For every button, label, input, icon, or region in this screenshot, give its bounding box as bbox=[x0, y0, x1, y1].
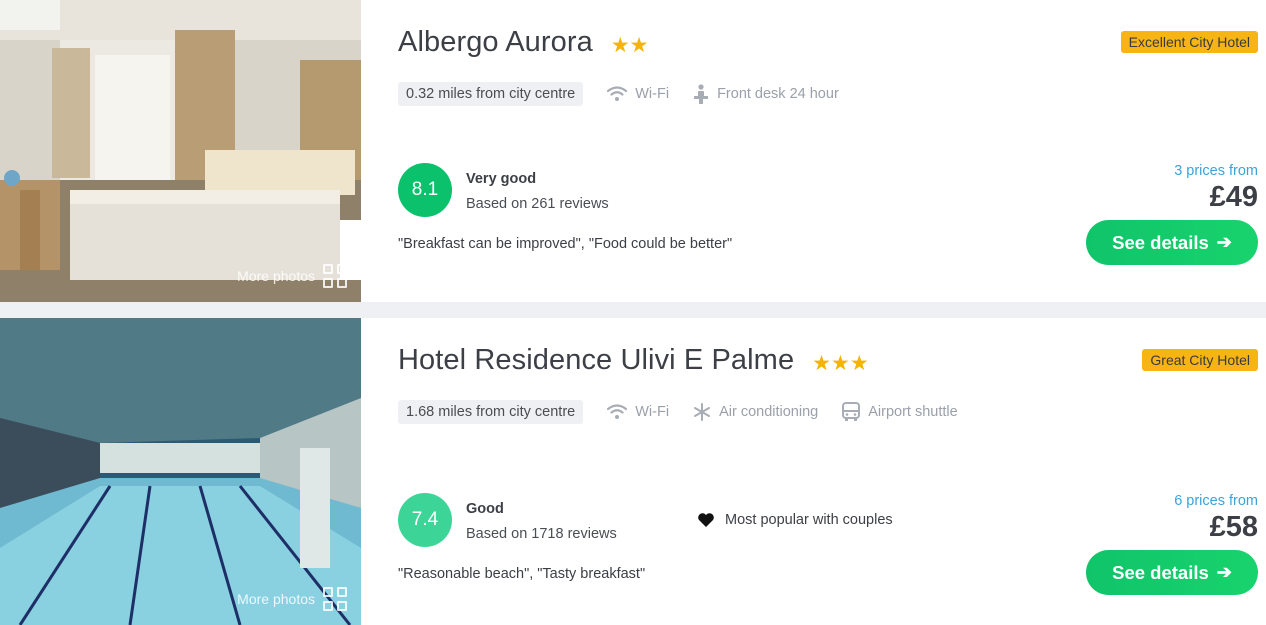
hotel-title-row: Albergo Aurora ★★ bbox=[398, 26, 649, 59]
amenity-air-conditioning: Air conditioning bbox=[693, 403, 818, 421]
more-photos-label: More photos bbox=[237, 591, 315, 607]
amenity-front-desk: Front desk 24 hour bbox=[693, 84, 839, 104]
hotel-badge: Excellent City Hotel bbox=[1120, 31, 1258, 53]
hotel-card[interactable]: More photos Hotel Residence Ulivi E Palm… bbox=[0, 318, 1266, 625]
price-block: 3 prices from £49 See details ➔ bbox=[1086, 163, 1258, 265]
price: £49 bbox=[1209, 181, 1258, 213]
bedroom-photo bbox=[0, 0, 361, 302]
amenity-label: Wi-Fi bbox=[635, 404, 670, 420]
review-count: Based on 261 reviews bbox=[466, 196, 609, 212]
star-rating: ★★ bbox=[611, 35, 649, 56]
star-rating: ★★★ bbox=[812, 353, 868, 374]
review-quote: "Reasonable beach", "Tasty breakfast" bbox=[398, 566, 646, 582]
bus-icon bbox=[842, 402, 861, 421]
price: £58 bbox=[1209, 511, 1258, 543]
rating-label: Very good bbox=[466, 171, 537, 187]
hotel-name[interactable]: Hotel Residence Ulivi E Palme bbox=[398, 344, 794, 377]
amenity-label: Wi-Fi bbox=[635, 86, 670, 102]
more-photos-label: More photos bbox=[237, 268, 315, 284]
see-details-button[interactable]: See details ➔ bbox=[1086, 550, 1258, 595]
amenity-label: Airport shuttle bbox=[868, 404, 958, 420]
grid-icon bbox=[323, 587, 347, 611]
grid-icon bbox=[323, 264, 347, 288]
wifi-icon bbox=[607, 86, 628, 101]
wifi-icon bbox=[607, 404, 628, 419]
front-desk-icon bbox=[694, 84, 709, 104]
star-icon: ★★★ bbox=[812, 352, 869, 375]
arrow-right-icon: ➔ bbox=[1216, 562, 1232, 582]
arrow-right-icon: ➔ bbox=[1216, 232, 1232, 252]
pool-photo bbox=[0, 318, 361, 625]
heart-icon bbox=[698, 513, 714, 527]
amenity-wifi: Wi-Fi bbox=[607, 404, 669, 420]
hotel-name[interactable]: Albergo Aurora bbox=[398, 26, 593, 59]
prices-from-link[interactable]: 3 prices from bbox=[1086, 163, 1258, 179]
popular-with-couples: Most popular with couples bbox=[697, 512, 893, 528]
hotel-title-row: Hotel Residence Ulivi E Palme ★★★ bbox=[398, 344, 869, 377]
amenities-row: 0.32 miles from city centre Wi-Fi Front … bbox=[398, 82, 839, 106]
hotel-card[interactable]: More photos Albergo Aurora ★★ Excellent … bbox=[0, 0, 1266, 302]
amenities-row: 1.68 miles from city centre Wi-Fi Air co… bbox=[398, 400, 958, 424]
see-details-button[interactable]: See details ➔ bbox=[1086, 220, 1258, 265]
more-photos-link[interactable]: More photos bbox=[237, 587, 347, 611]
review-count: Based on 1718 reviews bbox=[466, 526, 617, 542]
amenity-airport-shuttle: Airport shuttle bbox=[842, 402, 958, 422]
review-score: 8.1 bbox=[398, 163, 452, 217]
hotel-photo[interactable]: More photos bbox=[0, 0, 361, 302]
see-details-label: See details bbox=[1112, 561, 1209, 583]
prices-from-link[interactable]: 6 prices from bbox=[1086, 493, 1258, 509]
amenity-wifi: Wi-Fi bbox=[607, 86, 669, 102]
hotel-photo[interactable]: More photos bbox=[0, 318, 361, 625]
review-summary[interactable]: 8.1 Very good Based on 261 reviews bbox=[398, 163, 609, 217]
amenity-label: Air conditioning bbox=[719, 404, 819, 420]
review-score: 7.4 bbox=[398, 493, 452, 547]
distance-tag: 1.68 miles from city centre bbox=[398, 400, 584, 424]
hotel-badge: Great City Hotel bbox=[1142, 349, 1258, 371]
star-icon: ★★ bbox=[610, 34, 649, 57]
rating-label: Good bbox=[466, 501, 504, 517]
distance-tag: 0.32 miles from city centre bbox=[398, 82, 584, 106]
snowflake-icon bbox=[694, 403, 711, 421]
more-photos-link[interactable]: More photos bbox=[237, 264, 347, 288]
see-details-label: See details bbox=[1112, 231, 1209, 253]
amenity-label: Front desk 24 hour bbox=[717, 86, 839, 102]
price-block: 6 prices from £58 See details ➔ bbox=[1086, 493, 1258, 595]
review-summary[interactable]: 7.4 Good Based on 1718 reviews bbox=[398, 493, 617, 547]
review-quote: "Breakfast can be improved", "Food could… bbox=[398, 236, 733, 252]
popular-label: Most popular with couples bbox=[725, 512, 893, 528]
